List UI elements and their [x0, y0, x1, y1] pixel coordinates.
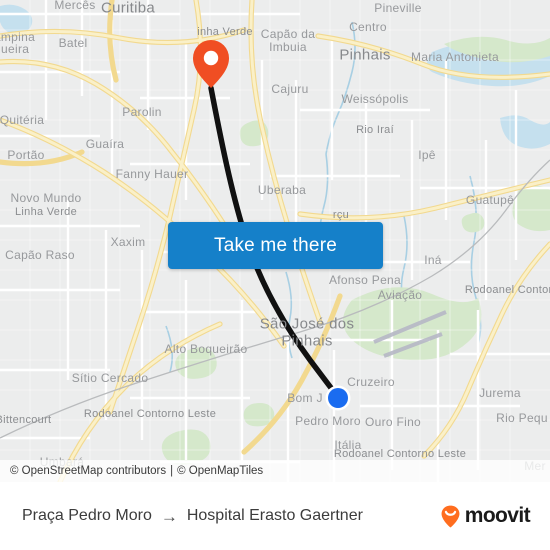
attribution-separator: |: [170, 465, 174, 477]
take-me-there-button[interactable]: Take me there: [168, 222, 383, 269]
moovit-route-card: MercêsCuritibaPinevilleCentroCampinaSiqu…: [0, 0, 550, 550]
route-summary: Praça Pedro Moro → Hospital Erasto Gaert…: [22, 507, 363, 525]
map-attribution: © OpenStreetMap contributors | © OpenMap…: [0, 460, 550, 482]
origin-dot-icon: [325, 385, 351, 411]
moovit-logo[interactable]: moovit: [438, 504, 531, 529]
map-canvas[interactable]: MercêsCuritibaPinevilleCentroCampinaSiqu…: [0, 0, 550, 482]
attribution-tiles[interactable]: © OpenMapTiles: [177, 465, 263, 477]
route-destination: Hospital Erasto Gaertner: [186, 507, 363, 524]
attribution-osm[interactable]: © OpenStreetMap contributors: [10, 465, 166, 477]
route-origin: Praça Pedro Moro: [22, 507, 152, 524]
moovit-wordmark: moovit: [464, 504, 531, 527]
arrow-right-icon: →: [160, 506, 178, 526]
footer-bar: Praça Pedro Moro → Hospital Erasto Gaert…: [0, 482, 550, 550]
moovit-pin-icon: [441, 505, 460, 527]
